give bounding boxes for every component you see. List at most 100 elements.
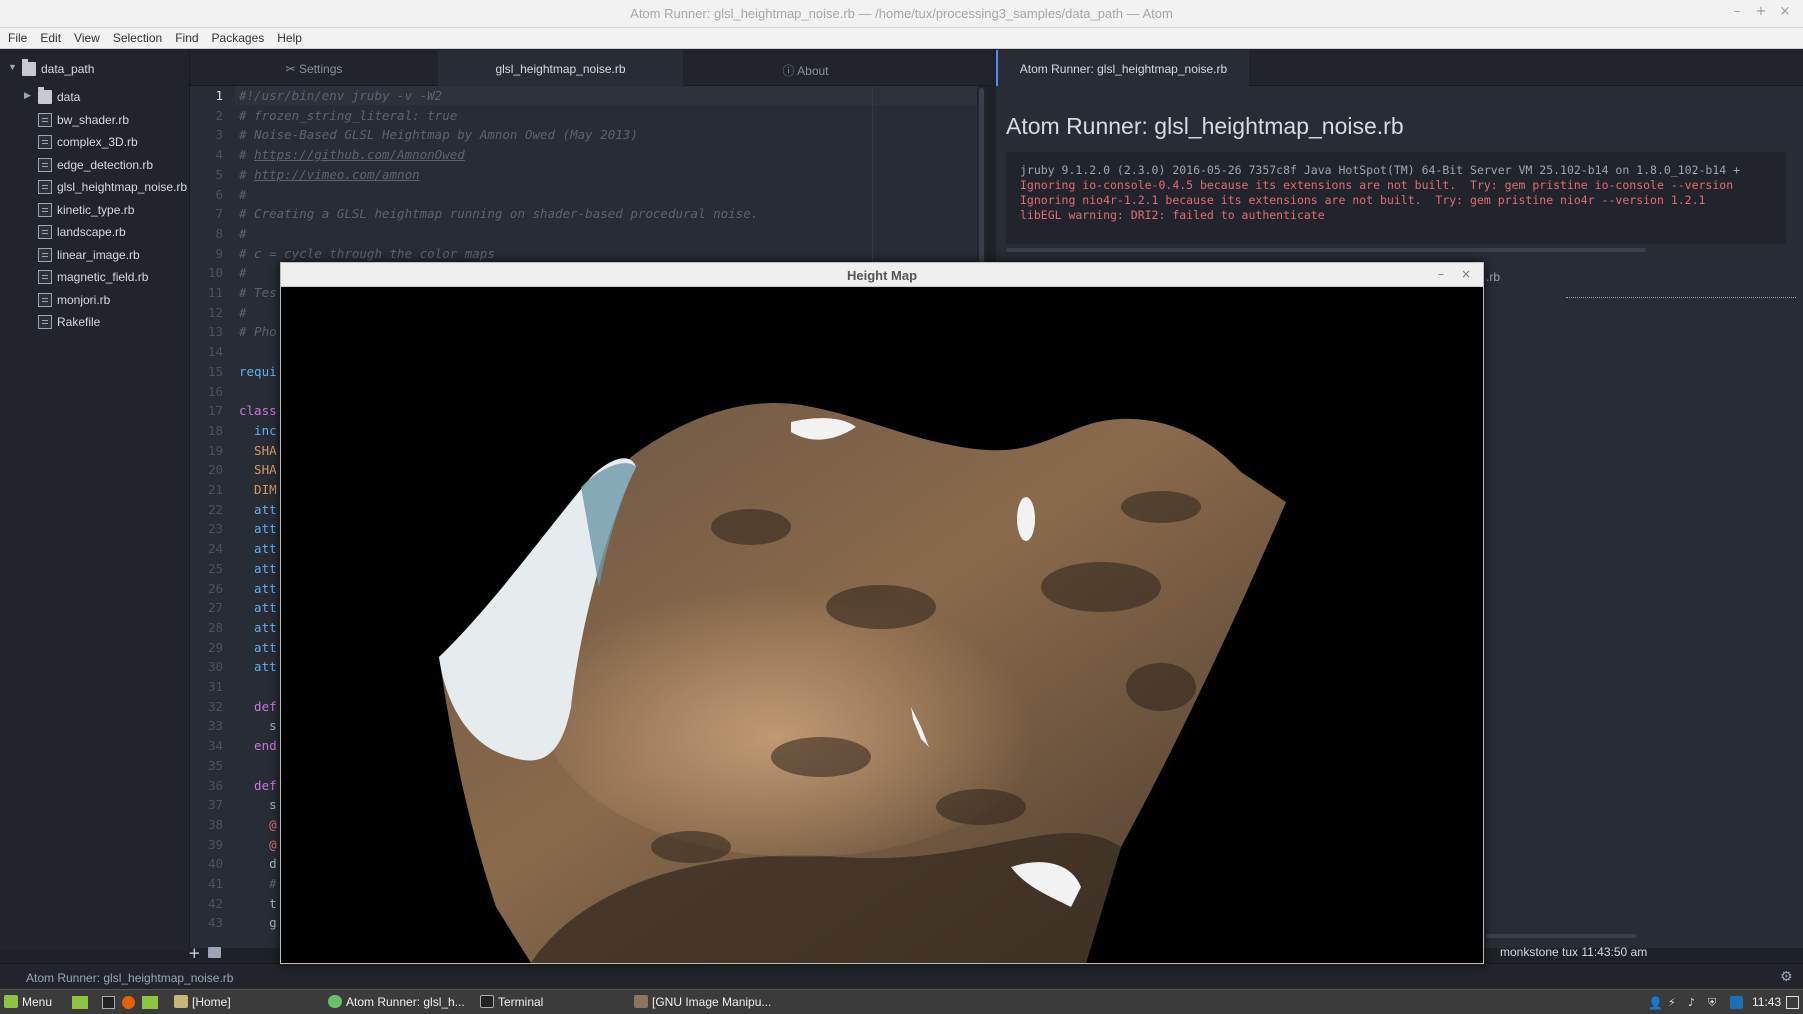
notification-icon[interactable] (1786, 996, 1799, 1009)
line-number: 14 (207, 344, 223, 360)
chevron-down-icon[interactable]: ▼ (8, 62, 17, 72)
menu-view[interactable]: View (66, 28, 105, 45)
code-token: @ (239, 836, 277, 852)
line-number: 41 (207, 876, 223, 891)
runner-title: Atom Runner: glsl_heightmap_noise.rb (1006, 113, 1404, 139)
terminal-icon (480, 995, 494, 1008)
tab-settings[interactable]: ✂ Settings (190, 50, 438, 86)
tree-item-file[interactable]: glsl_heightmap_noise.rb (0, 176, 190, 198)
tree-item-file[interactable]: landscape.rb (0, 221, 190, 243)
code-token: # (239, 166, 255, 182)
code-token: att (239, 580, 277, 596)
tree-item-file[interactable]: Rakefile (0, 311, 190, 333)
code-line: end (239, 738, 277, 753)
taskbar-item-label: Atom Runner: glsl_h... (346, 995, 465, 1009)
line-number: 21 (207, 482, 223, 497)
taskbar-item-terminal[interactable]: Terminal (480, 990, 543, 1014)
close-button[interactable]: × (1461, 267, 1471, 281)
minimize-button[interactable]: – (1438, 267, 1444, 281)
tree-root[interactable]: ▼ data_path (0, 58, 190, 80)
taskbar-menu[interactable]: Menu (4, 990, 52, 1014)
code-token: https://github.com/AmnonOwed (254, 147, 465, 163)
clock[interactable]: 11:43 (1752, 990, 1781, 1014)
code-line: requi (239, 364, 277, 379)
terminal-launcher-icon[interactable] (102, 996, 115, 1009)
line-number: 32 (207, 698, 223, 714)
code-token: # Creating a GLSL heightmap running on s… (239, 206, 759, 222)
tree-item-file[interactable]: bw_shader.rb (0, 109, 190, 131)
tab-atom-runner[interactable]: Atom Runner: glsl_heightmap_noise.rb (996, 50, 1249, 86)
menu-find[interactable]: Find (167, 28, 203, 45)
code-token: att (239, 521, 277, 537)
code-line: # Tes (239, 285, 277, 300)
show-desktop-icon[interactable] (72, 996, 88, 1009)
menu-packages[interactable]: Packages (204, 28, 270, 45)
code-line: att (239, 620, 277, 635)
gear-icon[interactable]: ⚙ (1780, 969, 1793, 985)
line-number: 33 (207, 718, 223, 734)
tree-item-file[interactable]: edge_detection.rb (0, 154, 190, 176)
tab-glsl-heightmap-noise[interactable]: glsl_heightmap_noise.rb (438, 50, 683, 86)
code-line: SHA (239, 443, 277, 458)
tree-item-file[interactable]: monjori.rb (0, 289, 190, 311)
volume-icon[interactable]: ♪ (1688, 996, 1701, 1009)
close-button[interactable]: × (1776, 4, 1794, 22)
taskbar-item-home[interactable]: [Home] (174, 990, 231, 1014)
taskbar-item-label: [GNU Image Manipu... (652, 995, 772, 1009)
tab-about[interactable]: ⓘ About (683, 50, 928, 86)
runner-output-scrollbar[interactable] (1006, 248, 1646, 252)
network-icon[interactable]: ⚡ (1668, 996, 1681, 1009)
menu-edit[interactable]: Edit (32, 28, 66, 45)
taskbar-item-gimp[interactable]: [GNU Image Manipu... (634, 990, 771, 1014)
taskbar-item-atom[interactable]: Atom Runner: glsl_h... (328, 990, 465, 1014)
line-number-gutter: 1 2 3 4 5 6 7 8 9 10 11 12 13 14 15 16 17 18 19 20 21 22 23 24 2… (190, 86, 235, 948)
add-icon[interactable]: + (188, 944, 201, 962)
minimize-button[interactable]: – (1728, 4, 1746, 22)
tree-item-label: edge_detection.rb (57, 158, 154, 172)
code-line: SHA (239, 462, 277, 477)
height-map-titlebar[interactable]: Height Map – × (281, 263, 1483, 287)
chevron-right-icon[interactable]: ▶ (24, 90, 31, 101)
line-number: 37 (207, 797, 223, 813)
code-line: att (239, 600, 277, 615)
code-token: #!/usr/bin/env jruby -v -W2 (239, 88, 443, 103)
line-number: 22 (207, 501, 223, 517)
tree-item-data[interactable]: ▶ data (0, 86, 190, 108)
tree-item-file[interactable]: magnetic_field.rb (0, 266, 190, 288)
line-number: 35 (207, 757, 223, 773)
tree-item-file[interactable]: complex_3D.rb (0, 131, 190, 153)
shield-icon[interactable]: ⛨ (1708, 996, 1721, 1009)
user-icon[interactable]: 👤 (1648, 996, 1663, 1010)
line-number: 31 (207, 679, 223, 694)
line-number: 18 (207, 422, 223, 438)
file-icon (38, 203, 52, 217)
line-number: 19 (207, 442, 223, 458)
scrollbar-thumb[interactable] (979, 88, 984, 263)
code-token: DIM (239, 482, 277, 497)
code-token: # (239, 225, 247, 241)
tree-item-file[interactable]: linear_image.rb (0, 244, 190, 266)
code-token: att (239, 659, 277, 675)
code-line: # https://github.com/AmnonOwed (239, 147, 465, 162)
line-number: 23 (207, 521, 223, 537)
height-map-canvas[interactable] (281, 287, 1483, 963)
files-icon[interactable] (142, 996, 158, 1009)
code-token: def (239, 777, 277, 793)
maximize-button[interactable]: + (1752, 4, 1770, 22)
info-icon: ⓘ (782, 64, 798, 78)
menu-help[interactable]: Help (269, 28, 307, 45)
firefox-icon[interactable] (122, 996, 135, 1009)
runner-divider (1566, 297, 1796, 298)
code-token: s (239, 718, 277, 734)
runner-bottom-scrollbar[interactable] (1486, 934, 1636, 938)
code-token: att (239, 560, 277, 576)
height-map-window[interactable]: Height Map – × (280, 262, 1484, 964)
menu-selection[interactable]: Selection (105, 28, 167, 45)
code-line: att (239, 659, 277, 674)
terminal-icon[interactable] (208, 947, 221, 958)
menu-file[interactable]: File (0, 28, 32, 45)
code-line: inc (239, 423, 277, 438)
tree-item-file[interactable]: kinetic_type.rb (0, 199, 190, 221)
hp-icon[interactable] (1730, 996, 1743, 1009)
code-token: att (239, 541, 277, 557)
